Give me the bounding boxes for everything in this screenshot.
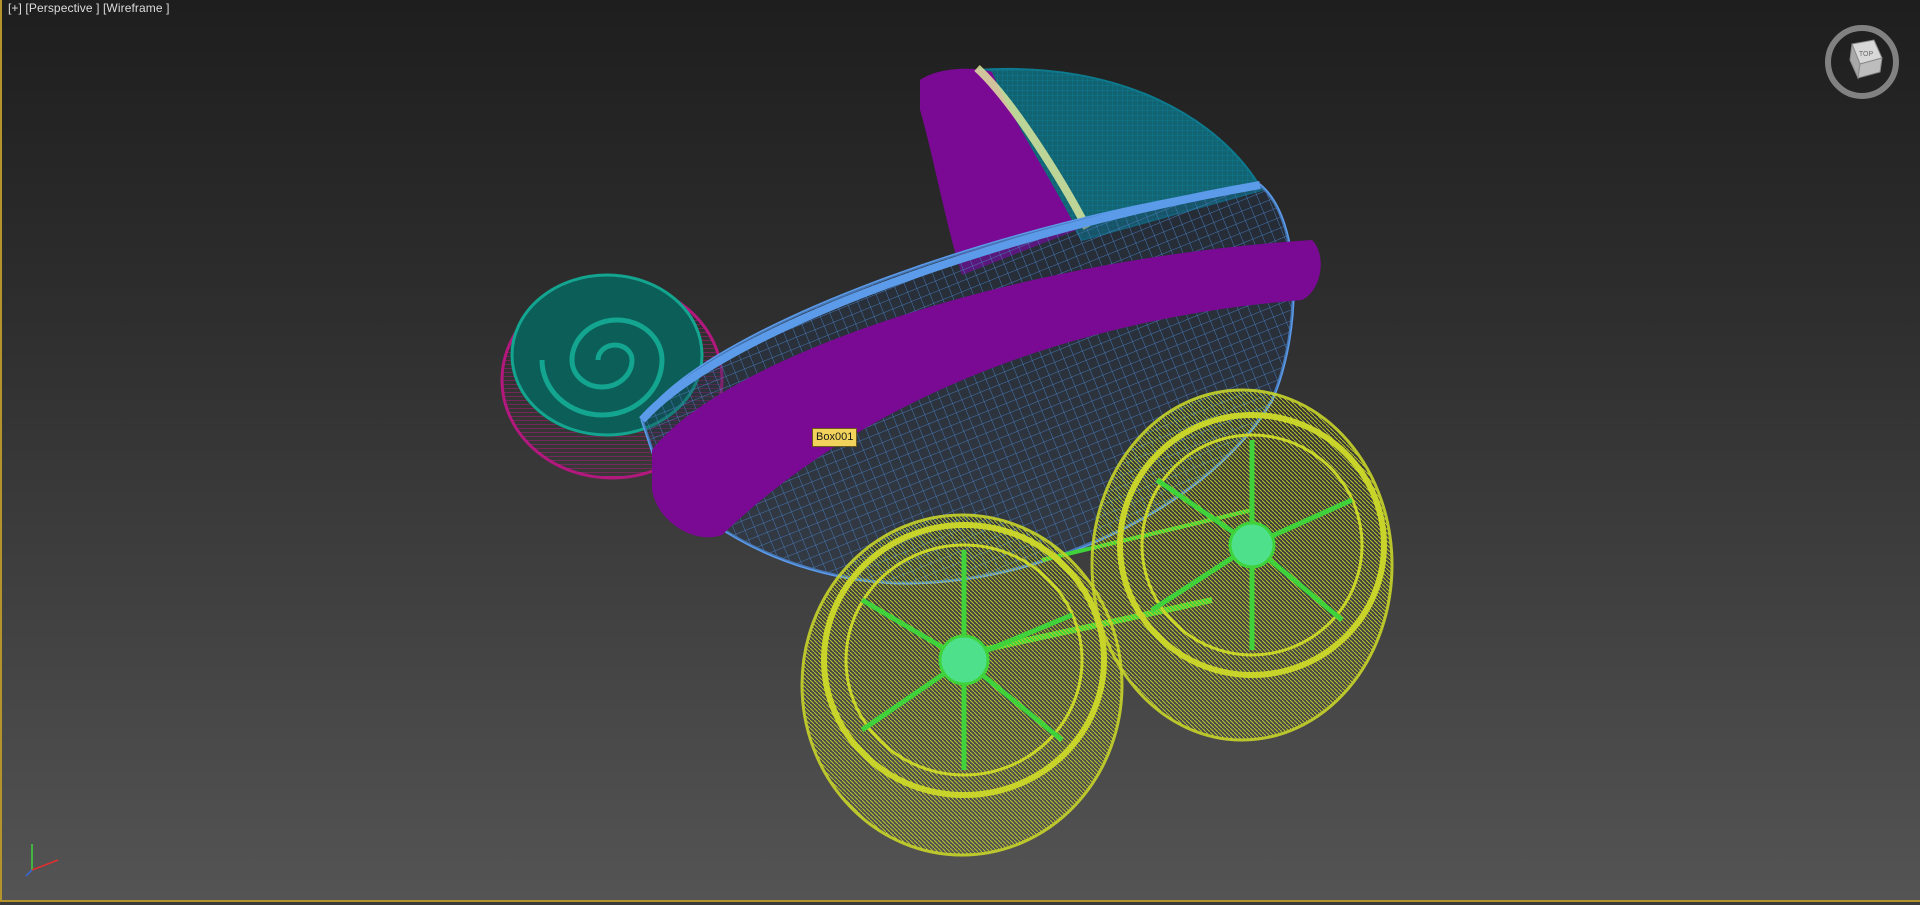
stroller-wheel-front[interactable] <box>800 513 1124 857</box>
axis-tripod-icon <box>25 844 59 877</box>
viewcube-face-label: TOP <box>1859 51 1874 58</box>
object-name-tooltip: Box001 <box>812 428 858 447</box>
viewcube-icon[interactable]: TOP <box>1822 22 1902 102</box>
scene-canvas[interactable] <box>2 0 1920 900</box>
stroller-wheel-rear[interactable] <box>1090 388 1394 742</box>
perspective-viewport[interactable]: [+] [Perspective ] [Wireframe ] Box001 T… <box>0 0 1920 902</box>
